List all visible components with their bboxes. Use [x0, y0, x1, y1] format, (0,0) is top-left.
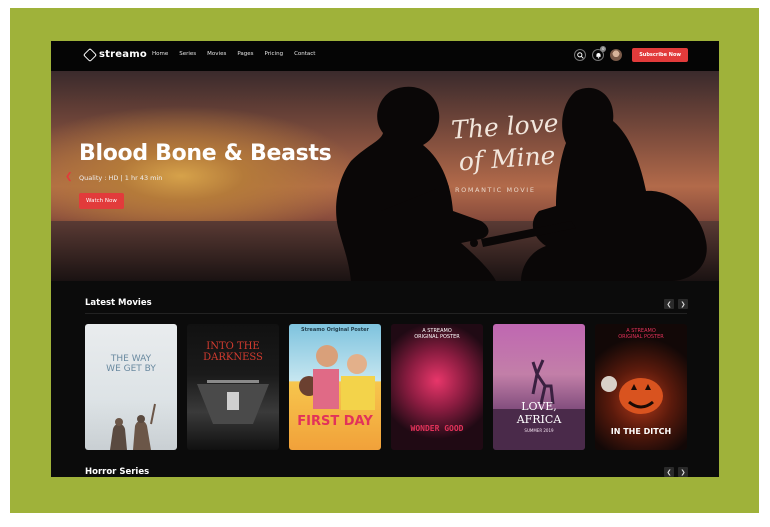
hero-banner: The love of Mine ROMANTIC MOVIE ❮ Blood …	[51, 71, 719, 281]
brand-name: streamo	[99, 49, 147, 60]
nav-item-pricing[interactable]: Pricing	[265, 51, 284, 57]
bell-icon	[596, 52, 601, 59]
movie-poster[interactable]: A STREAMO ORIGINAL POSTER WONDER GOOD	[391, 324, 483, 450]
app-screen: streamo Home Series Movies Pages Pricing…	[51, 41, 719, 477]
horror-carousel-arrows: ❮ ❯	[664, 467, 688, 477]
hero-meta: Quality : HD | 1 hr 43 min	[79, 174, 163, 182]
movie-poster[interactable]: LOVE, AFRICA SUMMER 2019	[493, 324, 585, 450]
poster-tunnel	[197, 380, 269, 424]
top-nav-bar: streamo Home Series Movies Pages Pricing…	[51, 41, 719, 71]
carousel-next-button[interactable]: ❯	[678, 467, 688, 477]
poster-people	[299, 345, 375, 410]
latest-movies-row: THE WAY WE GET BY INTO THE DARKNESS Stre…	[85, 324, 687, 450]
poster-figures	[110, 403, 156, 450]
movie-poster[interactable]: A STREAMO ORIGINAL POSTER IN THE DITCH	[595, 324, 687, 450]
header-actions: 0 Subscribe Now	[574, 46, 688, 62]
nav-item-contact[interactable]: Contact	[294, 51, 315, 57]
user-avatar[interactable]	[610, 49, 623, 61]
main-nav: Home Series Movies Pages Pricing Contact	[152, 51, 315, 57]
hero-title: Blood Bone & Beasts	[79, 141, 332, 166]
hero-prev-arrow-icon[interactable]: ❮	[65, 171, 73, 182]
search-icon	[576, 51, 584, 59]
logo-icon	[82, 47, 98, 62]
movie-poster[interactable]: Streamo Original Poster FIRST DAY	[289, 324, 381, 450]
chevron-left-icon: ❮	[666, 301, 672, 308]
nav-item-movies[interactable]: Movies	[207, 51, 226, 57]
carousel-prev-button[interactable]: ❮	[664, 299, 674, 309]
notification-badge: 0	[600, 46, 607, 52]
carousel-prev-button[interactable]: ❮	[664, 467, 674, 477]
section-divider	[85, 313, 687, 314]
latest-carousel-arrows: ❮ ❯	[664, 299, 688, 309]
subscribe-button[interactable]: Subscribe Now	[632, 48, 688, 62]
notification-button[interactable]: 0	[592, 46, 607, 61]
nav-item-series[interactable]: Series	[179, 51, 196, 57]
chevron-right-icon: ❯	[680, 301, 686, 308]
movie-poster[interactable]: THE WAY WE GET BY	[85, 324, 177, 450]
section-title-latest: Latest Movies	[85, 298, 152, 308]
poster-subtitle: ROMANTIC MOVIE	[455, 186, 536, 194]
section-title-horror: Horror Series	[85, 467, 150, 477]
brand-logo[interactable]: streamo	[82, 47, 147, 62]
carousel-next-button[interactable]: ❯	[678, 299, 688, 309]
watch-now-button[interactable]: Watch Now	[79, 193, 124, 209]
chevron-right-icon: ❯	[680, 469, 686, 476]
nav-item-home[interactable]: Home	[152, 51, 168, 57]
movie-poster[interactable]: INTO THE DARKNESS	[187, 324, 279, 450]
search-button[interactable]	[574, 49, 587, 61]
chevron-left-icon: ❮	[666, 469, 672, 476]
poster-script-title: The love of Mine	[450, 108, 560, 177]
nav-item-pages[interactable]: Pages	[237, 51, 253, 57]
